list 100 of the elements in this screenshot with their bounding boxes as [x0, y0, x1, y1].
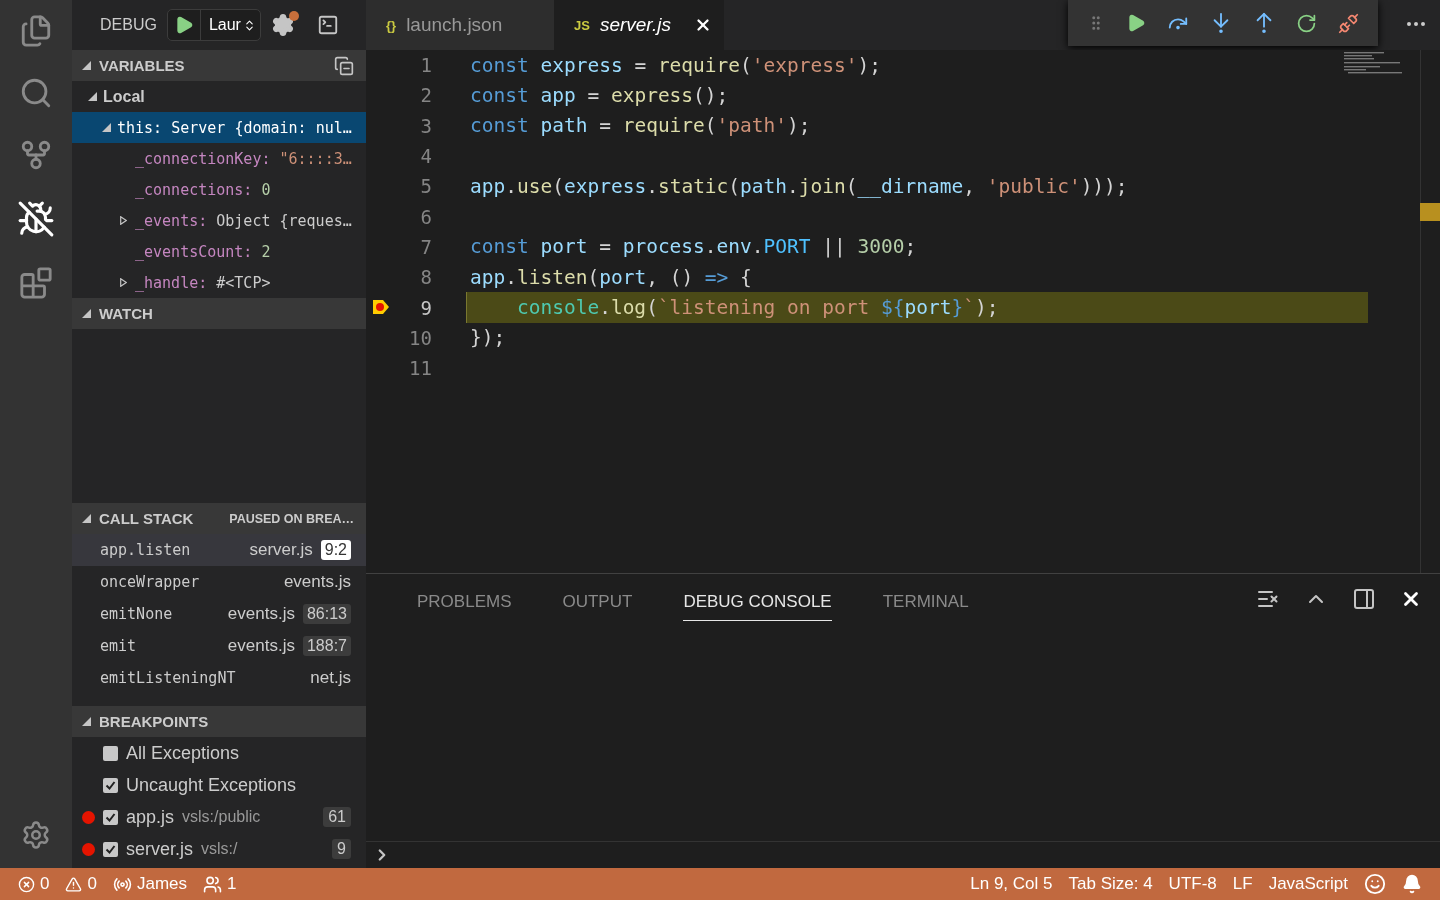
warning-icon[interactable]	[65, 875, 83, 893]
branch-icon[interactable]	[19, 138, 53, 172]
share-user[interactable]: James	[136, 874, 187, 894]
stack-frame[interactable]: app.listen server.js 9:2	[72, 534, 366, 566]
collapse-icon[interactable]	[102, 123, 111, 132]
search-icon[interactable]	[19, 76, 53, 110]
line-number: 3	[419, 114, 432, 137]
status-item[interactable]: Ln 9, Col 5	[970, 874, 1053, 894]
frame-file: server.js	[249, 540, 313, 560]
section-header[interactable]: BREAKPOINTS	[72, 706, 366, 737]
expand-icon[interactable]	[120, 216, 127, 225]
variable-row[interactable]: this: Server {domain: nul…	[72, 112, 366, 143]
frame-location: 86:13	[302, 604, 351, 624]
panel-tab[interactable]: OUTPUT	[562, 583, 633, 621]
variable-text: _connectionKey: "6::::3…	[135, 149, 352, 168]
restart-icon[interactable]	[1296, 12, 1318, 34]
section-header[interactable]: VARIABLES	[72, 50, 366, 81]
panel-tab[interactable]: PROBLEMS	[417, 583, 512, 621]
breakpoint-label: All Exceptions	[126, 742, 240, 764]
error-icon[interactable]	[18, 875, 35, 893]
line-number: 4	[419, 145, 432, 168]
breakpoint-row[interactable]: All Exceptions	[72, 737, 366, 769]
variable-row[interactable]: _connectionKey: "6::::3…	[72, 143, 366, 174]
tab-label: launch.json	[406, 14, 503, 36]
debug-title: DEBUG	[100, 16, 157, 34]
breakpoint-path: vsls:/	[201, 840, 239, 858]
frame-file: events.js	[283, 572, 351, 592]
extensions-icon[interactable]	[19, 266, 53, 300]
files-icon[interactable]	[19, 14, 53, 48]
scope-row[interactable]: Local	[72, 81, 366, 112]
collapse-icon[interactable]	[82, 309, 91, 318]
breakpoint-path: vsls:/public	[182, 808, 262, 826]
disconnect-icon[interactable]	[1338, 12, 1360, 34]
checkbox[interactable]	[103, 777, 118, 793]
panel-tab[interactable]: TERMINAL	[882, 583, 969, 621]
stack-frame[interactable]: emit events.js 188:7	[72, 630, 366, 662]
collapse-icon[interactable]	[82, 717, 91, 726]
frame-location: 9:2	[320, 540, 351, 560]
code-line: });	[469, 325, 507, 352]
smiley-icon[interactable]	[1364, 873, 1386, 895]
people-icon[interactable]	[203, 874, 222, 894]
line-number: 11	[408, 357, 432, 380]
line-number: 8	[419, 266, 432, 289]
collapse-all-icon[interactable]	[334, 55, 354, 76]
section-header[interactable]: WATCH	[72, 298, 366, 329]
minimap-drawing	[1344, 52, 1404, 74]
stack-frame[interactable]: emitNone events.js 86:13	[72, 598, 366, 630]
frame-name: emit	[100, 637, 138, 655]
variable-text: _connections: 0	[135, 180, 271, 199]
error-count[interactable]: 0	[40, 874, 50, 894]
line-number: 7	[419, 235, 432, 258]
checkbox[interactable]	[103, 745, 118, 761]
breakpoint-row[interactable]: app.js vsls:/public 61	[72, 801, 366, 833]
warning-count[interactable]: 0	[87, 874, 97, 894]
file-type-icon: {}	[386, 17, 397, 33]
expand-icon[interactable]	[120, 278, 127, 287]
stack-frame[interactable]: onceWrapper events.js	[72, 566, 366, 598]
collapse-icon[interactable]	[82, 61, 91, 70]
breakpoint-row[interactable]: Uncaught Exceptions	[72, 769, 366, 801]
variable-row[interactable]: _events: Object {reques…	[72, 205, 366, 236]
editor-tab[interactable]: JS server.js	[554, 0, 724, 50]
variable-row[interactable]: _eventsCount: 2	[72, 236, 366, 267]
breakpoint-label: app.js	[126, 806, 175, 828]
status-item[interactable]: UTF-8	[1168, 874, 1217, 894]
ruler-mark	[1420, 203, 1440, 221]
variable-row[interactable]: _connections: 0	[72, 174, 366, 205]
variable-text: _events: Object {reques…	[135, 211, 352, 230]
stack-frame[interactable]: emitListeningNT net.js	[72, 662, 366, 694]
checkbox[interactable]	[103, 841, 118, 857]
status-item[interactable]: JavaScript	[1268, 874, 1348, 894]
bell-icon[interactable]	[1402, 874, 1422, 894]
panel-tab[interactable]: DEBUG CONSOLE	[683, 583, 832, 621]
status-item[interactable]: LF	[1232, 874, 1253, 894]
frame-file: events.js	[227, 636, 295, 656]
checkbox[interactable]	[103, 809, 118, 825]
frame-file: net.js	[310, 668, 351, 688]
section-header[interactable]: CALL STACK PAUSED ON BREA…	[72, 503, 366, 534]
status-item[interactable]: Tab Size: 4	[1068, 874, 1153, 894]
participant-count[interactable]: 1	[227, 874, 237, 894]
editor-tab[interactable]: {} launch.json	[366, 0, 554, 50]
breakpoint-dot	[82, 842, 95, 856]
bug-icon[interactable]	[17, 200, 55, 238]
terminal-icon[interactable]	[316, 14, 339, 36]
code-line: const app = express();	[469, 82, 730, 109]
line-number: 6	[419, 205, 432, 228]
line-number: 1	[419, 54, 432, 77]
breakpoint-label: server.js	[126, 838, 194, 860]
collapse-icon[interactable]	[88, 92, 97, 101]
close-icon[interactable]	[694, 16, 712, 34]
breakpoint-label: Uncaught Exceptions	[126, 774, 297, 796]
frame-location: 188:7	[302, 636, 351, 656]
breakpoint-row[interactable]: server.js vsls:/ 9	[72, 833, 366, 865]
collapse-icon[interactable]	[82, 514, 91, 523]
settings-icon[interactable]	[21, 820, 51, 850]
variable-row[interactable]: _handle: #<TCP>	[72, 267, 366, 298]
breakpoint-dot	[82, 810, 95, 824]
panel-layout-icon[interactable]	[1352, 587, 1376, 611]
frame-name: emitListeningNT	[100, 669, 237, 687]
code-line: const path = require('path');	[469, 113, 812, 140]
variable-text: this: Server {domain: nul…	[117, 118, 352, 137]
